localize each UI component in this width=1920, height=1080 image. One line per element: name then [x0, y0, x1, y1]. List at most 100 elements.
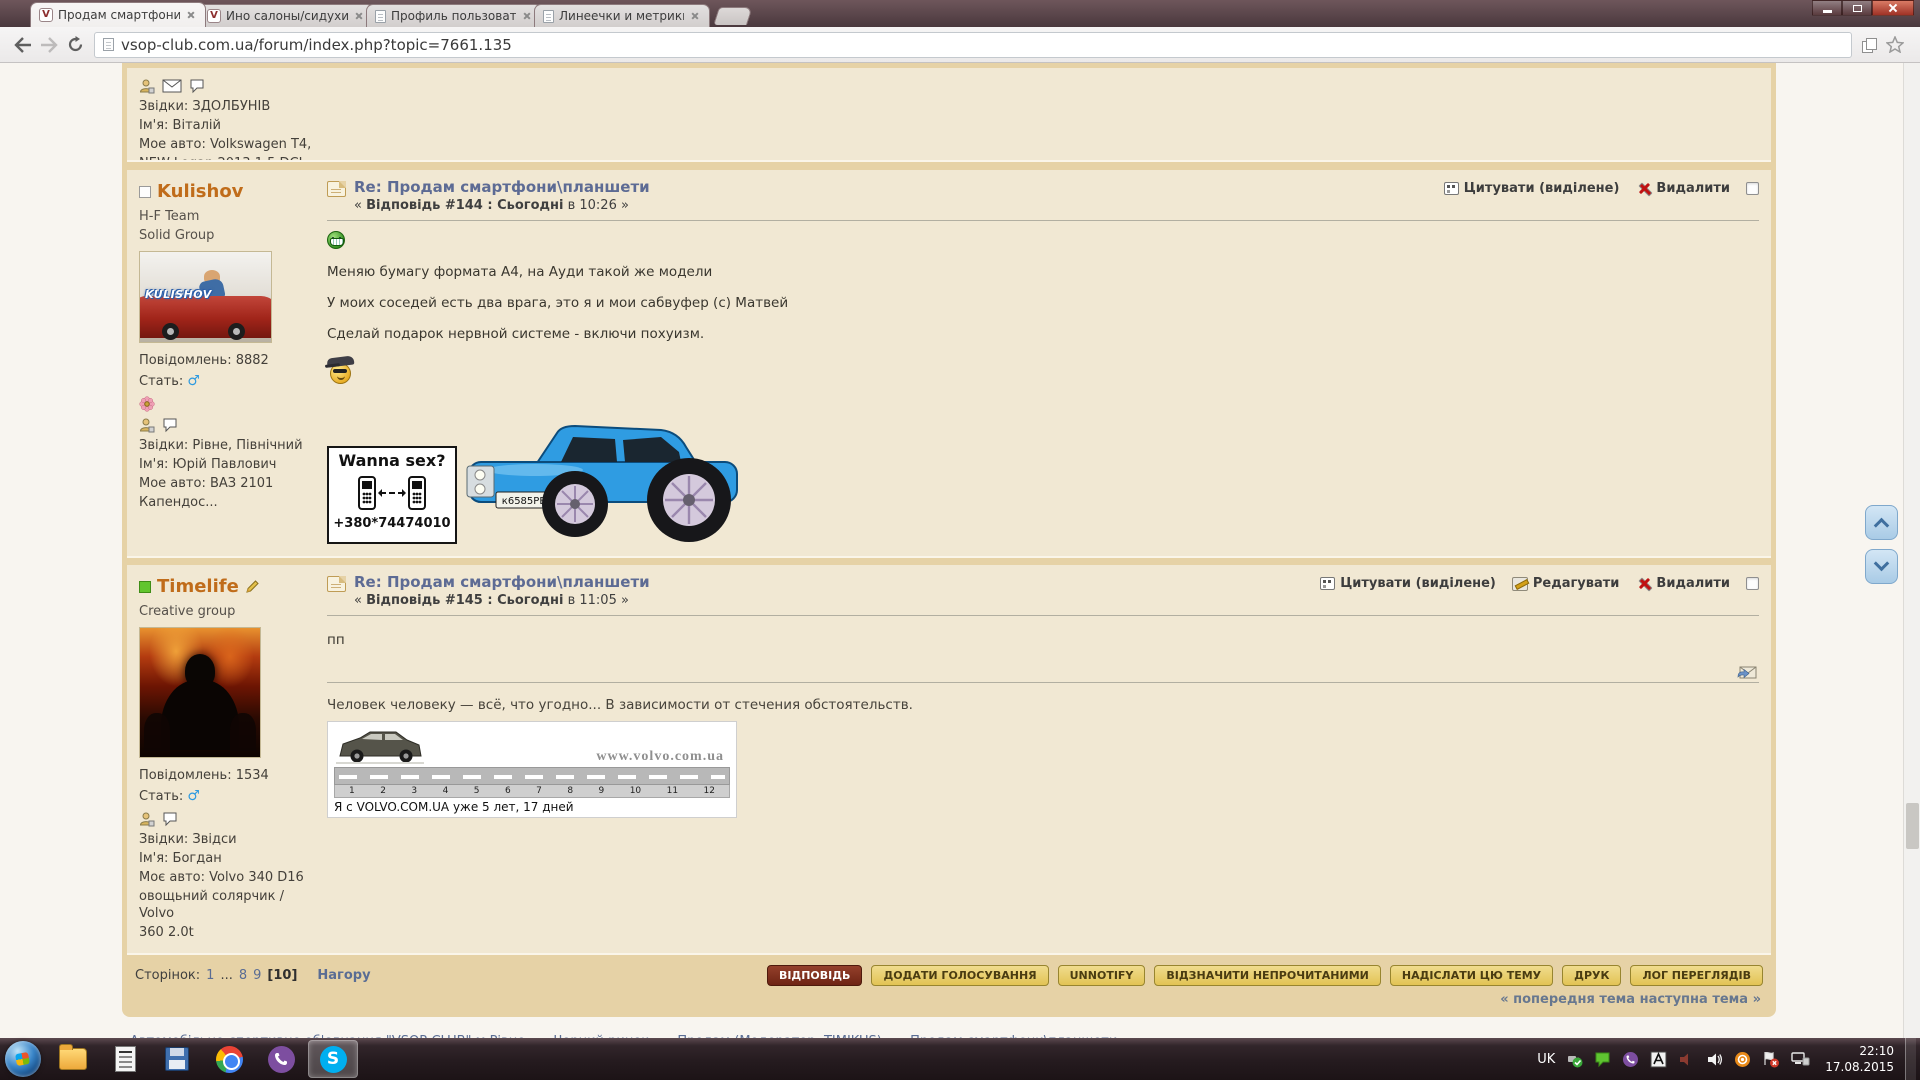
edit-icon [1512, 577, 1528, 591]
punto-switcher-icon[interactable] [1650, 1051, 1667, 1068]
gender-label: Стать: [139, 374, 183, 389]
taskbar-chrome-icon[interactable] [204, 1040, 254, 1078]
author-link[interactable]: Kulishov [157, 180, 243, 203]
profile-icon[interactable] [139, 811, 155, 827]
reply-number: Відповідь #145 : Сьогодні [366, 593, 563, 608]
send-topic-button[interactable]: НАДІСЛАТИ ЦЮ ТЕМУ [1390, 965, 1553, 986]
refresh-button[interactable] [62, 32, 88, 58]
prev-next-links[interactable]: « попередня тема наступна тема » [127, 990, 1771, 1015]
page-link[interactable]: 9 [253, 968, 261, 983]
taskbar-viber-icon[interactable] [256, 1040, 306, 1078]
profile-icon[interactable] [139, 78, 155, 94]
tab-lineiki[interactable]: Линеечки и метрики - Ук [534, 4, 710, 27]
edit-label: Редагувати [1533, 576, 1620, 591]
signature-car-image: к6585РВ [465, 406, 747, 544]
signature-banner: Wanna sex? +380*74474010 [327, 446, 457, 544]
views-log-button[interactable]: ЛОГ ПЕРЕГЛЯДІВ [1630, 965, 1763, 986]
url-text[interactable]: vsop-club.com.ua/forum/index.php?topic=7… [121, 36, 512, 54]
scroll-to-bottom-button[interactable] [1865, 549, 1898, 584]
reply-meta: « Відповідь #145 : Сьогодні в 11:05 » [354, 593, 650, 608]
scrollbar-thumb[interactable] [1906, 803, 1919, 849]
page-ellipsis: ... [220, 968, 232, 983]
page-link[interactable]: 1 [206, 968, 214, 983]
ruler-caption: Я с VOLVO.COM.UA уже 5 лет, 17 дней [334, 798, 730, 815]
tab-topic[interactable]: V Продам смартфони\план [30, 2, 206, 27]
post-subject[interactable]: Re: Продам смартфони\планшети [354, 178, 650, 196]
gender-line: Стать: ♂ [139, 787, 315, 806]
email-icon[interactable] [162, 79, 182, 93]
action-center-flag-icon[interactable] [1762, 1051, 1780, 1068]
delete-icon [1635, 181, 1651, 196]
restore-button[interactable] [1842, 0, 1872, 16]
volvo-car-image [334, 725, 426, 765]
profile-icon[interactable] [139, 417, 155, 433]
url-bar[interactable]: vsop-club.com.ua/forum/index.php?topic=7… [94, 32, 1852, 58]
toolbar-right [1862, 36, 1910, 53]
post-count: Повідомлень: 8882 [139, 353, 315, 370]
minimize-button[interactable] [1812, 0, 1842, 16]
torrent-tray-icon[interactable] [1734, 1051, 1751, 1068]
network-icon[interactable] [1791, 1051, 1810, 1067]
back-button[interactable] [10, 32, 36, 58]
taskbar-skype-icon[interactable]: S [308, 1040, 358, 1078]
viber-tray-icon[interactable] [1622, 1051, 1639, 1068]
volvo-signature-banner: www.volvo.com.ua 123456789101112 Я с VOL… [327, 721, 737, 818]
topic-posts-panel: Звідки: ЗДОЛБУНІВ Ім'я: Віталій Мое авто… [122, 63, 1776, 1017]
tab-title: Ино салоны/сидухи (мес [226, 9, 348, 23]
recording-speaker-icon[interactable] [1678, 1051, 1695, 1068]
taskbar-document-app-icon[interactable] [100, 1040, 150, 1078]
go-up-link[interactable]: Нагору [317, 968, 370, 983]
new-tab-button[interactable] [713, 7, 753, 25]
quote-button[interactable]: Цитувати (виділене) [1320, 576, 1496, 591]
tab-close-icon[interactable] [689, 10, 701, 22]
close-button[interactable] [1872, 0, 1914, 16]
taskbar: S UK [0, 1038, 1920, 1080]
user-info-line: Звідки: Рівне, Північний [139, 438, 315, 455]
add-poll-button[interactable]: ДОДАТИ ГОЛОСУВАННЯ [871, 965, 1048, 986]
reply-open: « [354, 593, 362, 608]
tab-close-icon[interactable] [521, 10, 533, 22]
edit-post-button[interactable]: Редагувати [1512, 576, 1620, 591]
messenger-tray-icon[interactable] [1594, 1051, 1611, 1068]
delete-label: Видалити [1656, 181, 1730, 196]
unnotify-button[interactable]: UNNOTIFY [1058, 965, 1146, 986]
page-link[interactable]: 8 [239, 968, 247, 983]
topic-footer: Сторінок: 1 ... 8 9 [10] Нагору ВІДПОВІД… [127, 959, 1771, 990]
post-count: Повідомлень: 1534 [139, 768, 315, 785]
quote-button[interactable]: Цитувати (виділене) [1444, 181, 1620, 196]
message-bubble-icon[interactable] [162, 811, 178, 827]
taskbar-clock[interactable]: 22:10 17.08.2015 [1825, 1043, 1894, 1075]
taskbar-save-app-icon[interactable] [152, 1040, 202, 1078]
duplicate-pages-icon[interactable] [1862, 38, 1876, 52]
delete-post-button[interactable]: Видалити [1635, 181, 1730, 196]
edit-pencil-icon[interactable] [245, 579, 260, 594]
post-body-line: Сделай подарок нервной системе - включи … [327, 326, 1759, 342]
tab-profile[interactable]: Профиль пользователя Т [366, 4, 542, 27]
scrollbar-track[interactable] [1903, 63, 1920, 1038]
select-post-checkbox[interactable] [1746, 182, 1759, 195]
message-bubble-icon[interactable] [189, 78, 205, 94]
author-link[interactable]: Timelife [157, 575, 239, 598]
male-symbol: ♂ [187, 373, 200, 389]
tab-salony[interactable]: V Ино салоны/сидухи (мес [198, 4, 374, 27]
language-indicator[interactable]: UK [1537, 1052, 1555, 1067]
tab-close-icon[interactable] [353, 10, 365, 22]
mark-unread-button[interactable]: ВІДЗНАЧИТИ НЕПРОЧИТАНИМИ [1154, 965, 1380, 986]
show-desktop-button[interactable] [1905, 1038, 1916, 1080]
volume-icon[interactable] [1706, 1051, 1723, 1068]
print-button[interactable]: ДРУК [1562, 965, 1621, 986]
tab-close-icon[interactable] [185, 9, 197, 21]
message-bubble-icon[interactable] [162, 417, 178, 433]
avatar: KULISHOV [139, 251, 272, 343]
bookmark-star-icon[interactable] [1886, 36, 1904, 53]
reply-button[interactable]: ВІДПОВІДЬ [767, 965, 863, 986]
forward-button[interactable] [36, 32, 62, 58]
taskbar-explorer-icon[interactable] [48, 1040, 98, 1078]
post-subject[interactable]: Re: Продам смартфони\планшети [354, 573, 650, 591]
start-button[interactable] [5, 1041, 41, 1077]
select-post-checkbox[interactable] [1746, 577, 1759, 590]
scroll-to-top-button[interactable] [1865, 505, 1898, 540]
delete-post-button[interactable]: Видалити [1635, 576, 1730, 591]
usb-safely-remove-icon[interactable] [1566, 1051, 1583, 1068]
user-info-line: Мое авто: Volkswagen T4, [139, 137, 315, 154]
